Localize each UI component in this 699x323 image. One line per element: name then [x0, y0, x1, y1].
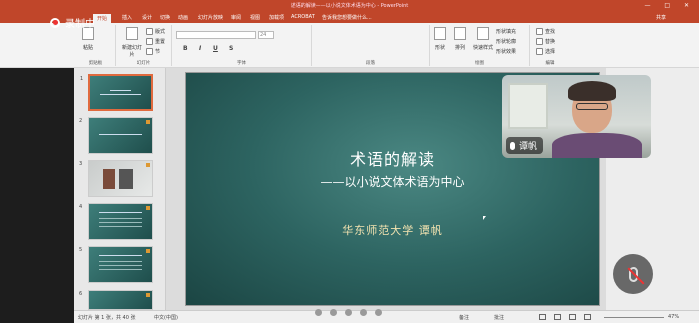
- title-bar: 述语的解读——以小说文体术语为中心 - PowerPoint — □ ✕: [0, 0, 699, 13]
- slide-count: 幻灯片 第 1 张，共 40 张: [78, 315, 136, 321]
- bold-button[interactable]: B: [183, 45, 188, 52]
- reset-button[interactable]: 重置: [146, 38, 165, 45]
- mouse-cursor: [483, 216, 486, 220]
- slide-sorter-icon[interactable]: [554, 314, 561, 320]
- tab-view[interactable]: 视图: [250, 14, 260, 21]
- slide-author[interactable]: 华东师范大学 谭帆: [186, 222, 599, 238]
- tab-acrobat[interactable]: ACROBAT: [291, 14, 315, 20]
- tab-transitions[interactable]: 切换: [160, 14, 170, 21]
- editing-group: 查找 替换 选择 编辑: [530, 25, 570, 66]
- slide-thumbnail-3[interactable]: 3: [79, 160, 153, 197]
- tab-design[interactable]: 设计: [142, 14, 152, 21]
- normal-view-icon[interactable]: [539, 314, 546, 320]
- quick-styles-button[interactable]: 快速样式: [473, 27, 493, 51]
- language-indicator[interactable]: 中文(中国): [154, 314, 178, 321]
- section-icon: [146, 48, 153, 55]
- tab-addins[interactable]: 加载项: [269, 14, 284, 21]
- comments-button[interactable]: 批注: [494, 314, 504, 321]
- slide-thumbnail-2[interactable]: 2: [79, 117, 153, 154]
- paste-button[interactable]: 粘贴: [82, 27, 94, 51]
- tab-animations[interactable]: 动画: [178, 14, 188, 21]
- record-icon: [50, 17, 60, 28]
- window-controls[interactable]: — □ ✕: [644, 2, 695, 9]
- reading-view-icon[interactable]: [569, 314, 576, 320]
- slide-thumbnail-1[interactable]: 1: [80, 74, 153, 111]
- participant-label: 谭帆: [506, 137, 544, 154]
- share-button[interactable]: 共享: [656, 14, 666, 21]
- ribbon: 粘贴 剪贴板 新建幻灯片 版式 重置 节 幻灯片 字体 24 B I U S 段…: [0, 23, 699, 68]
- slide-thumbnail-4[interactable]: 4: [79, 203, 153, 240]
- microphone-icon: [510, 141, 515, 150]
- notes-button[interactable]: 备注: [459, 314, 469, 321]
- font-size-select[interactable]: 24: [258, 31, 274, 39]
- arrange-icon: [454, 27, 466, 40]
- toolbar-dot-icon[interactable]: [345, 309, 352, 316]
- zoom-slider[interactable]: [604, 317, 664, 318]
- recording-indicator: 录制中: [50, 15, 95, 30]
- quick-styles-icon: [477, 27, 489, 40]
- recording-label: 录制中: [65, 19, 95, 30]
- strikethrough-button[interactable]: S: [229, 45, 233, 52]
- reset-icon: [146, 38, 153, 45]
- toolbar-dot-icon[interactable]: [315, 309, 322, 316]
- shape-outline-button[interactable]: 形状轮廓: [496, 38, 516, 45]
- replace-button[interactable]: 替换: [536, 38, 555, 45]
- slide-thumbnail-6[interactable]: 6: [79, 290, 153, 310]
- shape-effects-button[interactable]: 形状效果: [496, 48, 516, 55]
- slide-thumbnail-5[interactable]: 5: [79, 246, 153, 283]
- zoom-level[interactable]: 47%: [668, 314, 679, 320]
- select-button[interactable]: 选择: [536, 48, 555, 55]
- tab-insert[interactable]: 插入: [122, 14, 132, 21]
- status-bar: 幻灯片 第 1 张，共 40 张 中文(中国) 备注 批注 47%: [74, 310, 699, 323]
- participant-video[interactable]: 谭帆: [502, 75, 651, 158]
- shapes-icon: [434, 27, 446, 40]
- toolbar-dot-icon[interactable]: [375, 309, 382, 316]
- new-slide-icon: [126, 27, 138, 40]
- microphone-muted-icon: [627, 266, 644, 284]
- left-margin: [0, 68, 74, 323]
- window-title: 述语的解读——以小说文体术语为中心 - PowerPoint: [290, 3, 409, 9]
- section-button[interactable]: 节: [146, 48, 160, 55]
- clipboard-group: 粘贴 剪贴板: [76, 25, 116, 66]
- toolbar-dot-icon[interactable]: [360, 309, 367, 316]
- mute-button[interactable]: [613, 254, 653, 294]
- shape-button[interactable]: 形状: [434, 27, 446, 51]
- meeting-toolbar: [315, 309, 382, 316]
- slide-subtitle[interactable]: ——以小说文体术语为中心: [186, 173, 599, 190]
- select-icon: [536, 48, 543, 55]
- drawing-group: 形状 排列 快速样式 形状填充 形状轮廓 形状效果 绘图: [430, 25, 530, 66]
- italic-button[interactable]: I: [199, 45, 201, 52]
- tab-home[interactable]: 开始: [93, 14, 112, 23]
- layout-icon: [146, 28, 153, 35]
- participant-name: 谭帆: [519, 142, 538, 152]
- new-slide-button[interactable]: 新建幻灯片: [120, 27, 144, 58]
- search-icon: [536, 28, 543, 35]
- ribbon-tabs: 开始 插入 设计 切换 动画 幻灯片放映 审阅 视图 加载项 ACROBAT 告…: [0, 13, 699, 23]
- slide-thumbnails-panel: 1 2 3 4 5 6: [74, 68, 166, 310]
- tell-me-search[interactable]: 告诉我您想要做什么...: [322, 14, 372, 21]
- tab-slideshow[interactable]: 幻灯片放映: [198, 14, 223, 21]
- font-family-select[interactable]: [176, 31, 256, 39]
- shape-fill-button[interactable]: 形状填充: [496, 28, 516, 35]
- arrange-button[interactable]: 排列: [454, 27, 466, 51]
- slideshow-icon[interactable]: [584, 314, 591, 320]
- toolbar-dot-icon[interactable]: [330, 309, 337, 316]
- tab-review[interactable]: 审阅: [231, 14, 241, 21]
- underline-button[interactable]: U: [213, 45, 218, 52]
- paragraph-group: 段落: [312, 25, 430, 66]
- replace-icon: [536, 38, 543, 45]
- slides-group: 新建幻灯片 版式 重置 节 幻灯片: [116, 25, 172, 66]
- layout-button[interactable]: 版式: [146, 28, 165, 35]
- find-button[interactable]: 查找: [536, 28, 555, 35]
